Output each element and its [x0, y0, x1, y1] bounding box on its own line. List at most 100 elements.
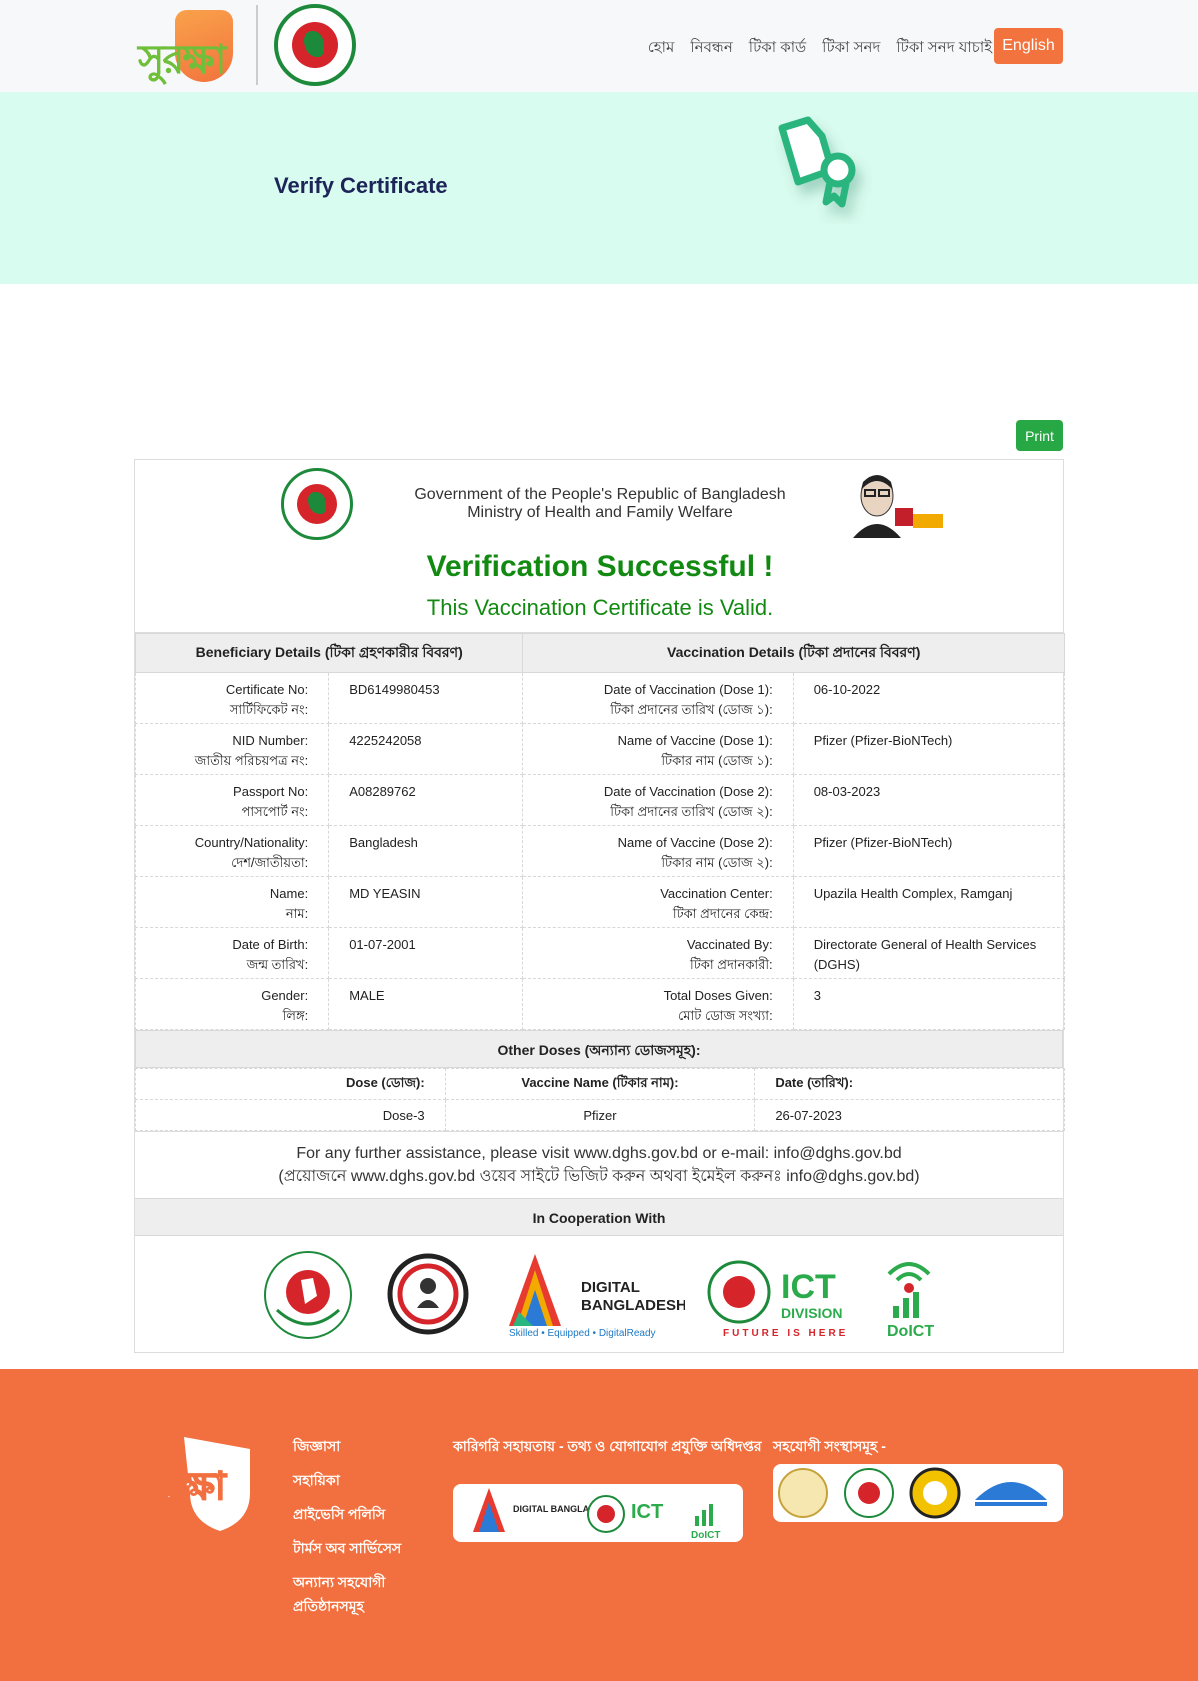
beneficiary-label: NID Number: জাতীয় পরিচয়পত্র নং:	[134, 723, 330, 775]
label-en: Name:	[269, 886, 309, 901]
beneficiary-value: MALE	[328, 978, 524, 1030]
label-en: Passport No:	[233, 784, 309, 799]
label-bn: টিকা প্রদানের তারিখ (ডোজ ১):	[610, 702, 773, 717]
footer-link-guide[interactable]: সহায়িকা	[293, 1468, 413, 1492]
vaccination-value: Pfizer (Pfizer-BioNTech)	[792, 825, 1066, 877]
detail-row: Date of Birth: জন্ম তারিখ: 01-07-2001 Vacci…	[134, 927, 1066, 979]
label-en: Total Doses Given:	[663, 988, 773, 1003]
beneficiary-header: Beneficiary Details (টিকা গ্রহণকারীর বিব…	[134, 633, 524, 673]
detail-row: Country/Nationality: দেশ/জাতীয়তা: Banglad…	[134, 825, 1066, 877]
vaccination-value: 3	[792, 978, 1066, 1030]
print-button[interactable]: Print	[1016, 420, 1063, 451]
beneficiary-value: 4225242058	[328, 723, 524, 775]
vaccination-value: Directorate General of Health Services (…	[792, 927, 1066, 979]
detail-row: Name: নাম: MD YEASIN Vaccination Center: টিক…	[134, 876, 1066, 928]
surokkha-logo[interactable]: সুরক্ষা	[138, 4, 238, 86]
verification-title: Verification Successful !	[426, 550, 774, 583]
digital-bangladesh-logo: DIGITAL BANGLADESH Skilled • Equipped • …	[509, 1254, 685, 1339]
label-en: Vaccination Center:	[660, 886, 773, 901]
label-bn: সার্টিফিকেট নং:	[229, 702, 309, 717]
ict-text: ICT	[781, 1268, 836, 1306]
details-body: Certificate No: সার্টিফিকেট নং: BD61499804…	[134, 672, 1066, 1030]
nav-vaccine-card[interactable]: টিকা কার্ড	[749, 36, 806, 61]
footer-ict-text: ICT	[631, 1501, 663, 1523]
footer-doict-text: DoICT	[691, 1530, 720, 1541]
beneficiary-value: BD6149980453	[328, 672, 524, 724]
details-table: Beneficiary Details (টিকা গ্রহণকারীর বিব…	[134, 633, 1066, 1030]
label-bn: জন্ম তারিখ:	[246, 957, 309, 972]
label-en: Certificate No:	[225, 682, 309, 697]
nav-vaccine-certificate[interactable]: টিকা সনদ	[822, 36, 880, 61]
footer-links: জিজ্ঞাসা সহায়িকা প্রাইভেসি পলিসি টার্মস…	[293, 1434, 413, 1628]
brand-divider	[256, 5, 258, 85]
partner-logo-strip	[778, 1467, 1047, 1519]
vaccination-label: Date of Vaccination (Dose 2): টিকা প্রদান…	[522, 774, 794, 826]
tech-support-logos: DIGITAL BANGLADESH ICT DoICT	[453, 1484, 743, 1542]
label-bn: লিঙ্গ:	[282, 1008, 309, 1023]
ict-division-text: DIVISION	[781, 1305, 842, 1321]
label-en: Gender:	[261, 988, 309, 1003]
footer-link-terms[interactable]: টার্মস অব সার্ভিসেস	[293, 1536, 413, 1560]
beneficiary-value: 01-07-2001	[328, 927, 524, 979]
beneficiary-label: Name: নাম:	[134, 876, 330, 928]
vaccination-header: Vaccination Details (টিকা প্রদানের বিবরণ…	[522, 633, 1065, 673]
other-doses-table: Dose (ডোজ): Vaccine Name (টিকার নাম): Da…	[135, 1068, 1065, 1131]
site-header: সুরক্ষা হোম নিবন্ধন টিকা কার্ড টিকা সনদ …	[0, 0, 1198, 92]
assistance-note: For any further assistance, please visit…	[135, 1131, 1063, 1198]
vaccination-label: Vaccination Center: টিকা প্রদানের কেন্দ্র…	[522, 876, 794, 928]
nav-registration[interactable]: নিবন্ধন	[690, 36, 732, 61]
beneficiary-value: Bangladesh	[328, 825, 524, 877]
assistance-bn: (প্রয়োজনে www.dghs.gov.bd ওয়েব সাইটে ভ…	[278, 1168, 920, 1185]
tech-support-logo-strip: DIGITAL BANGLADESH ICT DoICT	[473, 1488, 720, 1541]
label-bn: দেশ/জাতীয়তা:	[231, 855, 309, 870]
beneficiary-label: Gender: লিঙ্গ:	[134, 978, 330, 1030]
label-bn: টিকা প্রদানের তারিখ (ডোজ ২):	[610, 804, 773, 819]
label-en: Date of Birth:	[232, 937, 309, 952]
site-footer: সুরক্ষা জিজ্ঞাসা সহায়িকা প্রাইভেসি পলিস…	[0, 1369, 1198, 1681]
label-en: Name of Vaccine (Dose 1):	[617, 733, 773, 748]
beneficiary-label: Passport No: পাসপোর্ট নং:	[134, 774, 330, 826]
brand[interactable]: সুরক্ষা	[138, 4, 356, 86]
label-en: NID Number:	[232, 733, 309, 748]
label-bn: নাম:	[285, 906, 309, 921]
ict-division-logo: ICT DIVISION FUTURE IS HERE	[707, 1260, 845, 1338]
vaccination-label: Date of Vaccination (Dose 1): টিকা প্রদান…	[522, 672, 794, 724]
mujib-100-logo	[853, 475, 943, 538]
footer-link-privacy[interactable]: প্রাইভেসি পলিসি	[293, 1502, 413, 1526]
assistance-en: For any further assistance, please visit…	[296, 1145, 902, 1162]
label-en: Name of Vaccine (Dose 2):	[617, 835, 773, 850]
digital-bd-tagline: Skilled • Equipped • DigitalReady	[509, 1328, 656, 1339]
digital-bd-line2: BANGLADESH	[581, 1297, 685, 1314]
brand-text: সুরক্ষা	[138, 37, 226, 83]
dose-row: Dose-3 Pfizer 26-07-2023	[135, 1099, 1065, 1131]
dghs-logo	[264, 1251, 352, 1339]
vaccination-value: 08-03-2023	[792, 774, 1066, 826]
vaccination-label: Name of Vaccine (Dose 1): টিকার নাম (ডোজ …	[522, 723, 794, 775]
label-bn: মোট ডোজ সংখ্যা:	[678, 1008, 773, 1023]
vaccination-value: Pfizer (Pfizer-BioNTech)	[792, 723, 1066, 775]
doict-logo: DoICT	[887, 1262, 934, 1338]
doict-text: DoICT	[887, 1323, 934, 1338]
page-title: Verify Certificate	[274, 173, 448, 198]
beneficiary-value: MD YEASIN	[328, 876, 524, 928]
beneficiary-label: Country/Nationality: দেশ/জাতীয়তা:	[134, 825, 330, 877]
beneficiary-value: A08289762	[328, 774, 524, 826]
vaccine-col-header: Vaccine Name (টিকার নাম):	[444, 1068, 756, 1100]
detail-row: NID Number: জাতীয় পরিচয়পত্র নং: 42252420…	[134, 723, 1066, 775]
vaccination-day-logo	[387, 1253, 469, 1335]
partners-heading: সহযোগী সংস্থাসমূহ -	[773, 1438, 886, 1454]
detail-row: Gender: লিঙ্গ: MALE Total Doses Given: মোট ড…	[134, 978, 1066, 1030]
footer-link-faq[interactable]: জিজ্ঞাসা	[293, 1434, 413, 1458]
label-bn: জাতীয় পরিচয়পত্র নং:	[194, 753, 309, 768]
nav-home[interactable]: হোম	[648, 36, 675, 61]
vaccination-label: Total Doses Given: মোট ডোজ সংখ্যা:	[522, 978, 794, 1030]
label-bn: টিকা প্রদানের কেন্দ্র:	[672, 906, 773, 921]
date-col-header: Date (তারিখ):	[754, 1068, 1065, 1100]
vaccine-cell: Pfizer	[444, 1099, 756, 1131]
beneficiary-label: Date of Birth: জন্ম তারিখ:	[134, 927, 330, 979]
footer-link-partners[interactable]: অন্যান্য সহযোগী প্রতিষ্ঠানসমূহ	[293, 1570, 413, 1618]
nav-verify-certificate[interactable]: টিকা সনদ যাচাই	[896, 36, 992, 61]
language-toggle-button[interactable]: English	[994, 28, 1063, 64]
tech-support-heading: কারিগরি সহায়তায় - তথ্য ও যোগাযোগ প্রযু…	[453, 1438, 762, 1454]
surokkha-footer-logo[interactable]: সুরক্ষা	[138, 1433, 262, 1533]
